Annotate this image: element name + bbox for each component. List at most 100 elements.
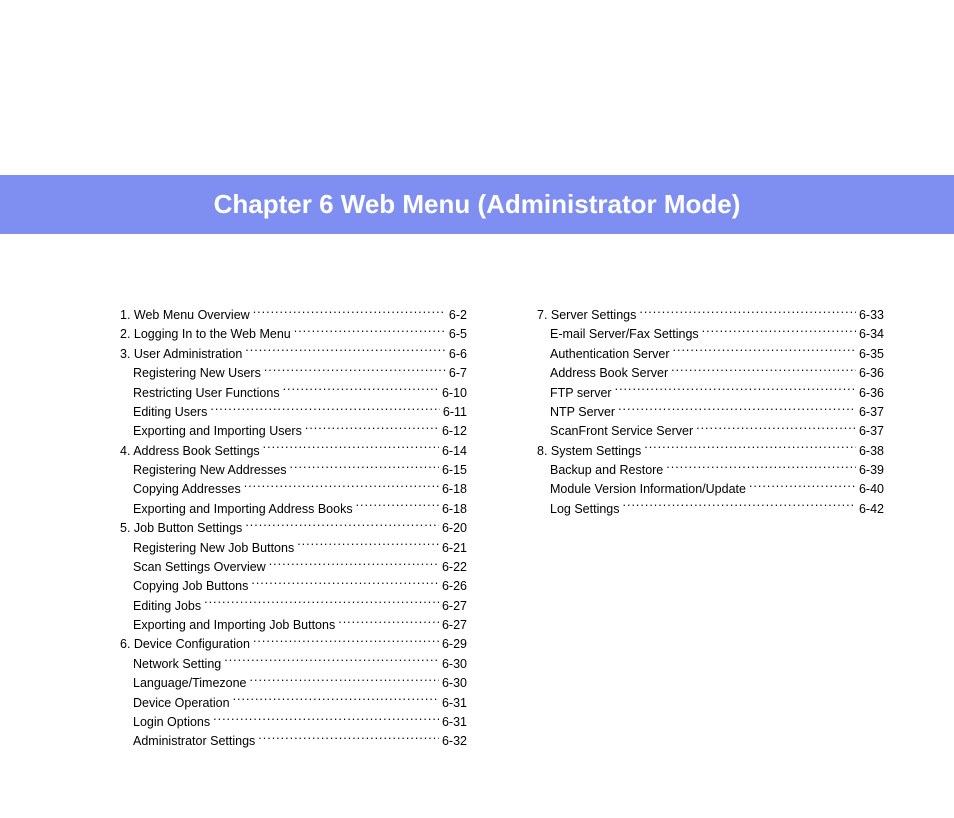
toc-page: 6-15 <box>442 461 467 480</box>
toc-page: 6-36 <box>859 364 884 383</box>
toc-entry[interactable]: Login Options6-31 <box>120 713 467 732</box>
toc-entry[interactable]: Device Operation6-31 <box>120 694 467 713</box>
toc-page: 6-31 <box>442 713 467 732</box>
toc-label: Network Setting <box>133 655 221 674</box>
toc-entry[interactable]: Network Setting 6-30 <box>120 655 467 674</box>
toc-dots <box>615 384 856 397</box>
toc-dots <box>251 578 439 591</box>
toc-dots <box>673 345 856 358</box>
toc-dots <box>290 462 439 475</box>
toc-page: 6-30 <box>442 655 467 674</box>
toc-dots <box>294 326 446 339</box>
toc-entry[interactable]: Editing Users 6-11 <box>120 403 467 422</box>
toc-page: 6-14 <box>442 442 467 461</box>
toc-entry[interactable]: Restricting User Functions6-10 <box>120 384 467 403</box>
toc-label: E-mail Server/Fax Settings <box>550 325 699 344</box>
toc-entry[interactable]: Editing Jobs6-27 <box>120 597 467 616</box>
toc-entry[interactable]: Exporting and Importing Address Books 6-1… <box>120 500 467 519</box>
toc-label: 3. User Administration <box>120 345 242 364</box>
toc-label: 6. Device Configuration <box>120 635 250 654</box>
toc-label: Scan Settings Overview <box>133 558 266 577</box>
toc-page: 6-2 <box>449 306 467 325</box>
chapter-title: Chapter 6 Web Menu (Administrator Mode) <box>0 175 954 234</box>
toc-label: NTP Server <box>550 403 615 422</box>
toc-entry[interactable]: NTP Server6-37 <box>537 403 884 422</box>
toc-entry[interactable]: Scan Settings Overview6-22 <box>120 558 467 577</box>
toc-entry[interactable]: Language/Timezone 6-30 <box>120 674 467 693</box>
toc-entry[interactable]: Administrator Settings6-32 <box>120 732 467 751</box>
toc-dots <box>623 500 856 513</box>
toc-page: 6-11 <box>443 403 467 422</box>
toc-entry[interactable]: FTP server6-36 <box>537 384 884 403</box>
toc-page: 6-20 <box>442 519 467 538</box>
toc-dots <box>666 462 856 475</box>
toc-dots <box>250 675 439 688</box>
toc-entry[interactable]: 5. Job Button Settings 6-20 <box>120 519 467 538</box>
toc-label: Editing Users <box>133 403 207 422</box>
toc-label: 1. Web Menu Overview <box>120 306 250 325</box>
toc-page: 6-37 <box>859 422 884 441</box>
toc-dots <box>702 326 856 339</box>
toc-dots <box>671 365 856 378</box>
toc-entry[interactable]: Exporting and Importing Job Buttons6-27 <box>120 616 467 635</box>
toc-dots <box>356 500 439 513</box>
toc-entry[interactable]: Backup and Restore6-39 <box>537 461 884 480</box>
toc-entry[interactable]: ScanFront Service Server6-37 <box>537 422 884 441</box>
toc-page: 6-30 <box>442 674 467 693</box>
toc-page: 6-39 <box>859 461 884 480</box>
toc-label: FTP server <box>550 384 612 403</box>
toc-label: Authentication Server <box>550 345 670 364</box>
toc-entry[interactable]: Module Version Information/Update6-40 <box>537 480 884 499</box>
toc-dots <box>253 307 446 320</box>
toc-dots <box>258 733 439 746</box>
toc-column-left: 1. Web Menu Overview6-22. Logging In to … <box>120 306 467 752</box>
toc-label: Editing Jobs <box>133 597 201 616</box>
toc-entry[interactable]: 3. User Administration 6-6 <box>120 345 467 364</box>
toc-page: 6-18 <box>442 500 467 519</box>
toc-dots <box>224 655 439 668</box>
toc-page: 6-34 <box>859 325 884 344</box>
toc-dots <box>204 597 439 610</box>
toc-dots <box>253 636 439 649</box>
toc-entry[interactable]: Copying Job Buttons6-26 <box>120 577 467 596</box>
toc-entry[interactable]: Registering New Addresses 6-15 <box>120 461 467 480</box>
toc-entry[interactable]: 2. Logging In to the Web Menu6-5 <box>120 325 467 344</box>
toc-entry[interactable]: 6. Device Configuration6-29 <box>120 635 467 654</box>
toc-dots <box>269 558 439 571</box>
toc-column-right: 7. Server Settings6-33E-mail Server/Fax … <box>537 306 884 752</box>
toc-entry[interactable]: Copying Addresses 6-18 <box>120 480 467 499</box>
toc-page: 6-27 <box>442 616 467 635</box>
toc-page: 6-26 <box>442 577 467 596</box>
table-of-contents: 1. Web Menu Overview6-22. Logging In to … <box>0 234 954 802</box>
toc-page: 6-21 <box>442 539 467 558</box>
toc-dots <box>233 694 439 707</box>
toc-label: Device Operation <box>133 694 230 713</box>
toc-dots <box>210 403 440 416</box>
toc-entry[interactable]: Address Book Server 6-36 <box>537 364 884 383</box>
toc-label: Copying Addresses <box>133 480 241 499</box>
toc-entry[interactable]: Registering New Users6-7 <box>120 364 467 383</box>
toc-page: 6-10 <box>442 384 467 403</box>
toc-entry[interactable]: Log Settings6-42 <box>537 500 884 519</box>
toc-label: 4. Address Book Settings <box>120 442 260 461</box>
toc-label: Exporting and Importing Address Books <box>133 500 353 519</box>
toc-entry[interactable]: E-mail Server/Fax Settings 6-34 <box>537 325 884 344</box>
toc-entry[interactable]: 7. Server Settings6-33 <box>537 306 884 325</box>
toc-label: Exporting and Importing Users <box>133 422 302 441</box>
toc-label: 5. Job Button Settings <box>120 519 242 538</box>
toc-page: 6-6 <box>449 345 467 364</box>
toc-page: 6-38 <box>859 442 884 461</box>
toc-page: 6-18 <box>442 480 467 499</box>
toc-label: Registering New Addresses <box>133 461 287 480</box>
toc-entry[interactable]: Exporting and Importing Users6-12 <box>120 422 467 441</box>
toc-entry[interactable]: 1. Web Menu Overview 6-2 <box>120 306 467 325</box>
toc-entry[interactable]: Registering New Job Buttons6-21 <box>120 539 467 558</box>
toc-entry[interactable]: 4. Address Book Settings 6-14 <box>120 442 467 461</box>
toc-entry[interactable]: 8. System Settings6-38 <box>537 442 884 461</box>
toc-entry[interactable]: Authentication Server6-35 <box>537 345 884 364</box>
toc-label: 2. Logging In to the Web Menu <box>120 325 291 344</box>
toc-label: Address Book Server <box>550 364 668 383</box>
toc-page: 6-42 <box>859 500 884 519</box>
toc-label: Language/Timezone <box>133 674 247 693</box>
toc-page: 6-7 <box>449 364 467 383</box>
